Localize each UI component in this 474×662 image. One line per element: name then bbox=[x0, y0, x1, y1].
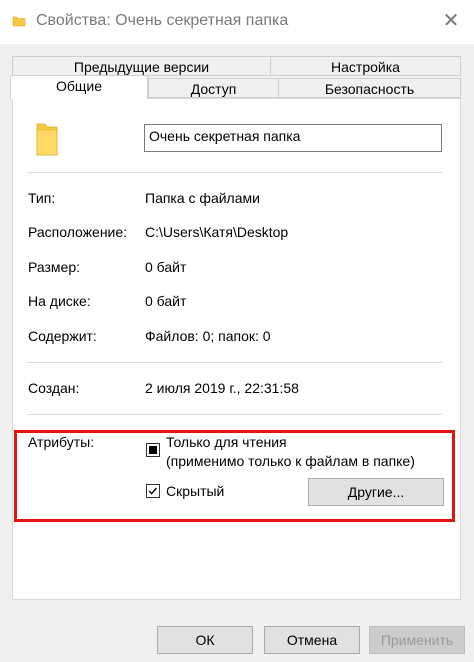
cancel-button[interactable]: Отмена bbox=[264, 626, 360, 654]
readonly-checkbox[interactable] bbox=[146, 443, 160, 457]
type-label: Тип: bbox=[28, 190, 56, 206]
folder-icon bbox=[36, 123, 58, 156]
readonly-note: (применимо только к файлам в папке) bbox=[166, 453, 415, 469]
created-label: Создан: bbox=[28, 380, 80, 396]
separator bbox=[27, 362, 442, 363]
location-label: Расположение: bbox=[28, 224, 128, 240]
general-tab-panel bbox=[12, 98, 461, 600]
apply-button[interactable]: Применить bbox=[369, 626, 465, 654]
hidden-checkbox[interactable] bbox=[146, 484, 160, 498]
separator bbox=[27, 172, 442, 173]
window-title: Свойства: Очень секретная папка bbox=[36, 12, 289, 29]
hidden-label: Скрытый bbox=[166, 483, 225, 499]
created-value: 2 июля 2019 г., 22:31:58 bbox=[145, 380, 299, 396]
readonly-label: Только для чтения bbox=[166, 434, 287, 450]
size-label: Размер: bbox=[28, 259, 81, 275]
type-value: Папка с файлами bbox=[145, 190, 260, 206]
folder-name-input[interactable]: Очень секретная папка bbox=[144, 124, 442, 152]
close-button[interactable]: ✕ bbox=[442, 10, 460, 32]
contains-value: Файлов: 0; папок: 0 bbox=[145, 328, 271, 344]
ok-button[interactable]: ОК bbox=[157, 626, 253, 654]
checkmark-icon bbox=[148, 487, 157, 495]
size-value: 0 байт bbox=[145, 259, 187, 275]
close-icon: ✕ bbox=[442, 10, 460, 32]
tab-customize[interactable]: Настройка bbox=[270, 56, 461, 76]
tab-previous-versions[interactable]: Предыдущие версии bbox=[12, 56, 271, 76]
tab-sharing[interactable]: Доступ bbox=[148, 78, 279, 98]
folder-icon bbox=[12, 16, 26, 27]
separator bbox=[27, 414, 442, 415]
location-value: C:\Users\Катя\Desktop bbox=[145, 224, 289, 240]
title-bar: Свойства: Очень секретная папка ✕ bbox=[0, 0, 474, 44]
other-attributes-button[interactable]: Другие... bbox=[308, 478, 444, 506]
tab-security[interactable]: Безопасность bbox=[278, 78, 461, 98]
size-on-disk-label: На диске: bbox=[28, 293, 91, 309]
attributes-label: Атрибуты: bbox=[28, 434, 95, 450]
tab-general[interactable]: Общие bbox=[10, 75, 148, 99]
size-on-disk-value: 0 байт bbox=[145, 293, 187, 309]
contains-label: Содержит: bbox=[28, 328, 97, 344]
